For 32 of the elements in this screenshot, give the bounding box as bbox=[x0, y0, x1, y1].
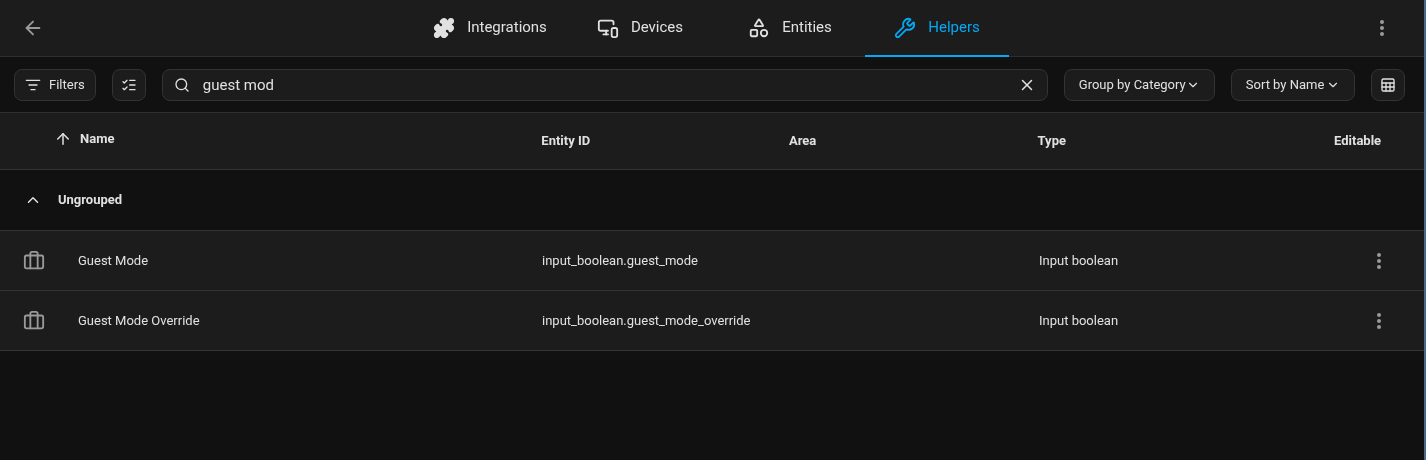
tab[interactable]: Entities bbox=[715, 0, 865, 57]
table-cell: input_boolean.guest_mode bbox=[542, 252, 698, 268]
column-header[interactable]: Name bbox=[54, 128, 115, 149]
search-field[interactable]: guest mod bbox=[161, 68, 1048, 101]
column-header[interactable]: Area bbox=[788, 131, 817, 151]
table-settings-icon bbox=[1379, 76, 1396, 93]
group-toggle[interactable]: Ungrouped bbox=[24, 190, 123, 210]
filters-button[interactable]: Filters bbox=[14, 68, 96, 101]
column-header[interactable]: Entity ID bbox=[541, 131, 591, 151]
table-cell: input_boolean.guest_mode_override bbox=[542, 312, 751, 328]
table-cell: Guest Mode bbox=[78, 252, 149, 268]
table-cell: Guest Mode Override bbox=[78, 312, 200, 328]
briefcase-icon bbox=[23, 249, 45, 272]
selection-mode-button[interactable] bbox=[111, 68, 146, 101]
tab[interactable]: Helpers bbox=[865, 0, 1009, 57]
search-icon bbox=[173, 76, 190, 93]
puzzle-icon bbox=[433, 16, 456, 39]
sort-by-dropdown[interactable]: Sort by Name bbox=[1230, 68, 1355, 101]
tab[interactable]: Integrations bbox=[415, 0, 565, 57]
group-by-dropdown[interactable]: Group by Category bbox=[1063, 68, 1215, 101]
briefcase-icon bbox=[23, 309, 45, 332]
table-cell: Input boolean bbox=[1039, 312, 1119, 328]
more-icon bbox=[1377, 252, 1381, 269]
more-icon bbox=[1380, 20, 1384, 36]
tab[interactable]: Devices bbox=[565, 0, 715, 57]
table-settings-button[interactable] bbox=[1370, 68, 1405, 101]
tools-icon bbox=[894, 16, 917, 39]
shapes-icon bbox=[748, 16, 771, 39]
table-cell: Input boolean bbox=[1039, 252, 1119, 268]
column-header[interactable]: Editable bbox=[1334, 131, 1382, 151]
column-header[interactable]: Type bbox=[1037, 131, 1066, 151]
more-icon bbox=[1377, 312, 1381, 329]
